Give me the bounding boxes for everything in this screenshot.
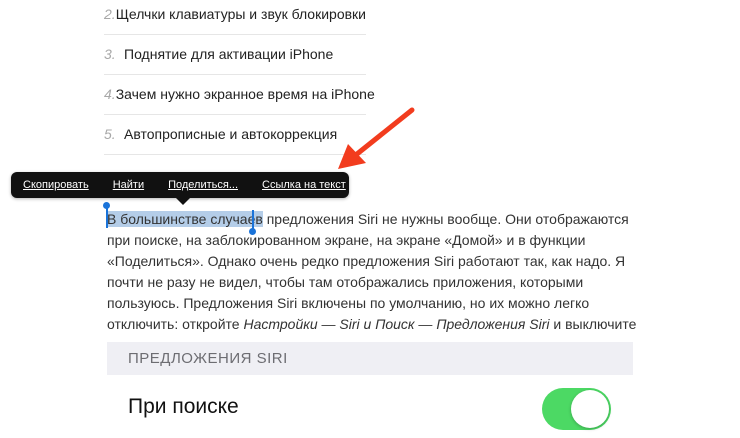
siri-suggestions-toggle[interactable] — [542, 388, 611, 430]
list-item-number: 3. — [104, 46, 116, 62]
selection-start-handle[interactable] — [103, 202, 110, 209]
copy-button[interactable]: Скопировать — [11, 172, 101, 198]
annotation-arrow-icon — [338, 107, 415, 169]
settings-path-text: Настройки — Siri и Поиск — Предложения S… — [243, 316, 550, 332]
list-item[interactable]: 2. Щелчки клавиатуры и звук блокировки — [104, 0, 366, 35]
link-to-text-button[interactable]: Ссылка на текст — [250, 172, 358, 198]
settings-row-label: При поиске — [128, 394, 239, 418]
settings-section-header: ПРЕДЛОЖЕНИЯ SIRI — [107, 342, 633, 375]
list-item[interactable]: 5. Автопрописные и автокоррекция — [104, 114, 366, 155]
list-item-number: 4. — [104, 86, 116, 102]
list-item[interactable]: 4. Зачем нужно экранное время на iPhone — [104, 74, 375, 115]
list-item-link[interactable]: Щелчки клавиатуры и звук блокировки — [116, 6, 366, 22]
text-selection-menu: Скопировать Найти Поделиться... Ссылка н… — [11, 172, 349, 198]
list-item[interactable]: 3. Поднятие для активации iPhone — [104, 34, 366, 75]
selected-text[interactable]: В большинстве случаев — [107, 211, 263, 227]
menu-pointer — [176, 198, 190, 205]
share-button[interactable]: Поделиться... — [156, 172, 250, 198]
settings-row-search[interactable]: При поиске — [107, 375, 633, 438]
toggle-knob — [571, 390, 609, 428]
section-header-label: ПРЕДЛОЖЕНИЯ SIRI — [128, 350, 288, 367]
article-paragraph: В большинстве случаев предложения Siri н… — [107, 209, 637, 356]
list-item-link[interactable]: Автопрописные и автокоррекция — [124, 126, 337, 142]
list-item-link[interactable]: Поднятие для активации iPhone — [124, 46, 333, 62]
find-button[interactable]: Найти — [101, 172, 156, 198]
selection-end-caret[interactable] — [252, 210, 254, 230]
list-item-number: 2. — [104, 6, 116, 22]
selection-end-handle[interactable] — [249, 228, 256, 235]
selection-start-caret[interactable] — [106, 207, 108, 228]
list-item-number: 5. — [104, 126, 116, 142]
paragraph-text: предложения Siri не нужны вообще. Они от… — [107, 211, 629, 332]
